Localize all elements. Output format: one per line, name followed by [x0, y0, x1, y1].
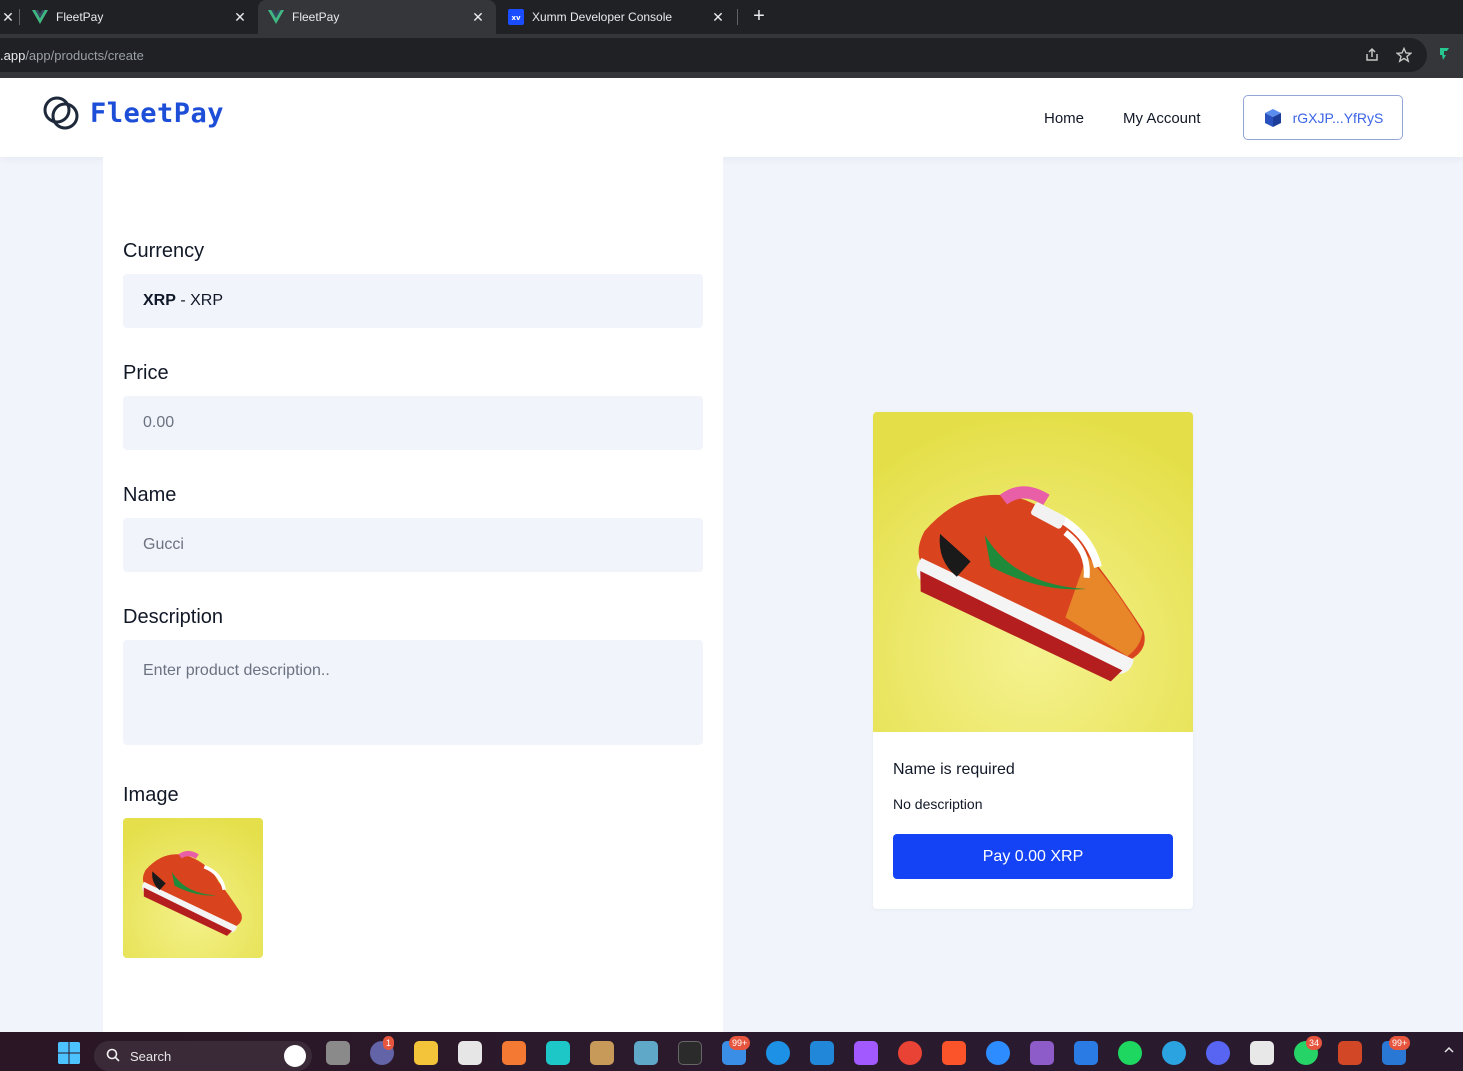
- docker-icon[interactable]: [766, 1041, 790, 1065]
- file-explorer-icon[interactable]: [414, 1041, 438, 1065]
- close-icon[interactable]: ✕: [232, 9, 248, 25]
- preview-product-name: Name is required: [893, 761, 1015, 778]
- vue-icon: [32, 9, 48, 25]
- tab-separator: [737, 9, 738, 25]
- new-tab-button[interactable]: +: [748, 5, 770, 27]
- terminal-icon[interactable]: [678, 1041, 702, 1065]
- browser-tab-fleetpay-1[interactable]: FleetPay ✕: [22, 0, 258, 34]
- price-label: Price: [123, 362, 169, 384]
- tab-separator: [19, 9, 20, 25]
- tab-title: FleetPay: [56, 10, 104, 24]
- address-bar[interactable]: .app/app/products/create: [0, 38, 1427, 72]
- brave-icon[interactable]: [942, 1041, 966, 1065]
- name-label: Name: [123, 484, 177, 506]
- outlook-badge: 99+: [1389, 1036, 1411, 1050]
- vue-icon: [268, 9, 284, 25]
- close-icon[interactable]: ✕: [470, 9, 486, 25]
- windows-start-icon[interactable]: [57, 1041, 81, 1065]
- whatsapp-badge: 34: [1306, 1036, 1323, 1050]
- xumm-icon: xv: [508, 9, 524, 25]
- figma-icon[interactable]: [854, 1041, 878, 1065]
- currency-name: XRP: [190, 292, 224, 309]
- browser-tab-fleetpay-2[interactable]: FleetPay ✕: [258, 0, 496, 34]
- sneaker-product-image: [873, 412, 1193, 732]
- currency-label: Currency: [123, 240, 205, 262]
- wallet-address: rGXJP...YfRyS: [1292, 109, 1384, 126]
- teams-badge: 1: [383, 1036, 395, 1050]
- slack-icon[interactable]: [1250, 1041, 1274, 1065]
- browser-toolbar: .app/app/products/create: [0, 34, 1463, 76]
- remote-desktop-icon[interactable]: [634, 1041, 658, 1065]
- spotify-icon[interactable]: [1118, 1041, 1142, 1065]
- nav-my-account-link[interactable]: My Account: [1123, 110, 1201, 127]
- currency-code: XRP: [143, 292, 176, 309]
- zoom-icon[interactable]: [986, 1041, 1010, 1065]
- tab-title: FleetPay: [292, 10, 340, 24]
- extension-icon[interactable]: [1436, 46, 1452, 62]
- bing-icon[interactable]: [284, 1045, 306, 1067]
- description-label: Description: [123, 606, 224, 628]
- close-icon[interactable]: ✕: [0, 9, 16, 25]
- store-icon[interactable]: [458, 1041, 482, 1065]
- brand-name: FleetPay: [90, 97, 225, 129]
- cube-app-icon[interactable]: [546, 1041, 570, 1065]
- address-url: .app/app/products/create: [0, 47, 144, 63]
- mail-badge: 99+: [729, 1036, 751, 1050]
- clapper-icon[interactable]: [1030, 1041, 1054, 1065]
- browser-tab-edge[interactable]: ✕: [0, 0, 18, 34]
- currency-select[interactable]: XRP - XRP: [123, 274, 703, 328]
- name-input[interactable]: Gucci: [123, 518, 703, 572]
- sneaker-thumbnail-image: [123, 818, 263, 958]
- browser-tab-xumm[interactable]: xv Xumm Developer Console ✕: [498, 0, 736, 34]
- wallet-cube-icon: [1264, 108, 1281, 127]
- close-icon[interactable]: ✕: [710, 9, 726, 25]
- telegram-icon[interactable]: [1162, 1041, 1186, 1065]
- task-view-icon[interactable]: [326, 1041, 350, 1065]
- nav-home-link[interactable]: Home: [1044, 110, 1084, 127]
- description-textarea[interactable]: Enter product description..: [123, 640, 703, 745]
- package-icon[interactable]: [590, 1041, 614, 1065]
- browser-tab-bar: ✕ FleetPay ✕ FleetPay ✕ xv Xumm Develope…: [0, 0, 1463, 34]
- todo-check-icon[interactable]: [1074, 1041, 1098, 1065]
- preview-product-description: No description: [893, 796, 983, 812]
- powerpoint-icon[interactable]: [1338, 1041, 1362, 1065]
- brand-logo[interactable]: FleetPay: [42, 94, 224, 132]
- product-form: Currency XRP - XRP Price 0.00 Name Gucci…: [103, 157, 723, 1032]
- discord-icon[interactable]: [1206, 1041, 1230, 1065]
- search-icon: [106, 1048, 120, 1065]
- tab-title: Xumm Developer Console: [532, 10, 673, 24]
- image-label: Image: [123, 784, 179, 806]
- image-upload-thumbnail[interactable]: [123, 818, 263, 958]
- vscode-icon[interactable]: [810, 1041, 834, 1065]
- fleetpay-logo-icon: [43, 96, 79, 130]
- app-header: FleetPay Home My Account rGXJP...YfRyS: [0, 78, 1463, 157]
- taskbar-search[interactable]: Search: [94, 1041, 312, 1071]
- svg-text:xv: xv: [511, 14, 521, 22]
- wallet-address-button[interactable]: rGXJP...YfRyS: [1243, 95, 1403, 140]
- share-icon[interactable]: [1364, 47, 1380, 63]
- product-preview-card: Name is required No description Pay 0.00…: [873, 412, 1193, 909]
- chevron-up-icon[interactable]: [1443, 1044, 1455, 1059]
- taskbar-search-label: Search: [130, 1048, 172, 1064]
- price-input[interactable]: 0.00: [123, 396, 703, 450]
- pay-button[interactable]: Pay 0.00 XRP: [893, 834, 1173, 879]
- currency-separator: -: [175, 292, 191, 309]
- xampp-icon[interactable]: [502, 1041, 526, 1065]
- chrome-icon[interactable]: [898, 1041, 922, 1065]
- bookmark-star-icon[interactable]: [1395, 46, 1413, 63]
